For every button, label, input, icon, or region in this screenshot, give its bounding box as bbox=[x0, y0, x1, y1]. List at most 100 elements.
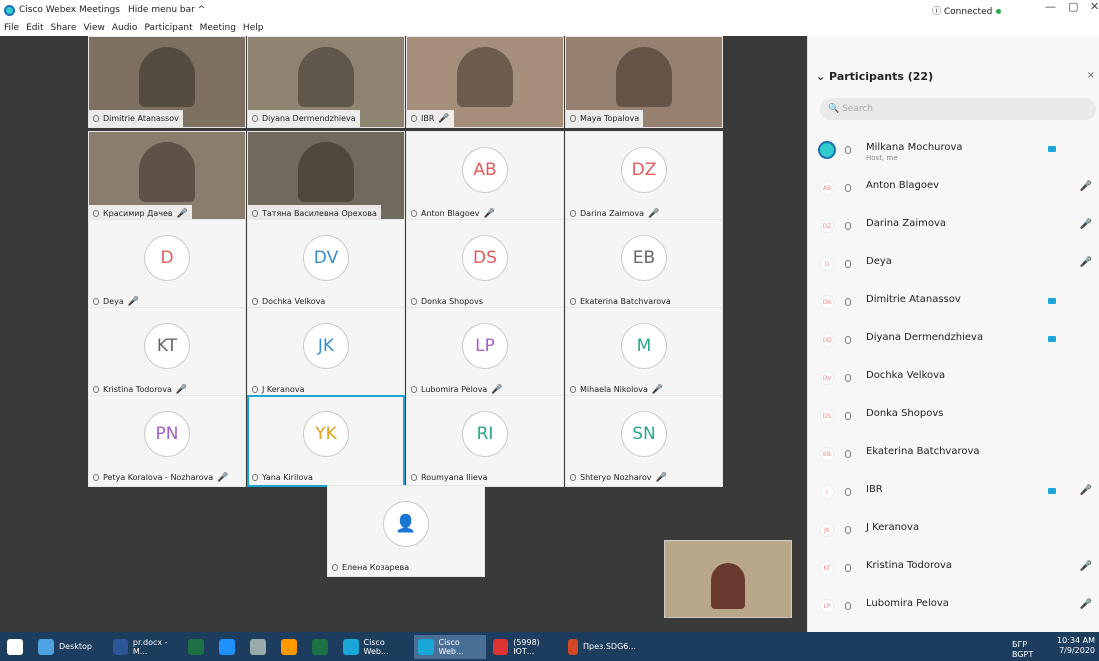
microphone-icon[interactable] bbox=[845, 336, 851, 344]
maximize-button[interactable]: ▢ bbox=[1068, 0, 1078, 13]
clock[interactable]: 10:34 AM 7/9/2020 bbox=[1057, 636, 1095, 656]
panel-close-icon[interactable]: × bbox=[1087, 70, 1095, 81]
participant-list-item[interactable]: DD Diyana Dermendzhieva bbox=[808, 320, 1099, 358]
participant-tile[interactable]: EB Ekaterina Batchvarova bbox=[565, 219, 723, 311]
participant-list-name: Deya bbox=[866, 256, 892, 267]
participant-tile[interactable]: KT Kristina Todorova 🎤 bbox=[88, 307, 246, 399]
participant-tile[interactable]: RI Roumyana Ilieva bbox=[406, 395, 564, 487]
taskbar-app-button[interactable]: (5998) ЮТ... bbox=[489, 635, 561, 659]
participant-list-item[interactable]: JK J Keranova bbox=[808, 510, 1099, 548]
muted-icon: 🎤 bbox=[1079, 219, 1092, 230]
search-input[interactable]: 🔍 Search bbox=[820, 98, 1096, 120]
microphone-icon[interactable] bbox=[845, 222, 851, 230]
participant-list-item[interactable]: DS Donka Shopovs bbox=[808, 396, 1099, 434]
menu-item-audio[interactable]: Audio bbox=[112, 23, 138, 33]
participant-name: Lubomira Pelova bbox=[421, 385, 488, 394]
start-button[interactable] bbox=[3, 635, 31, 659]
taskbar-app-button[interactable] bbox=[246, 635, 274, 659]
muted-icon: 🎤 bbox=[1079, 257, 1092, 268]
app-icon bbox=[568, 638, 579, 655]
participant-tile[interactable]: Красимир Дачев 🎤 bbox=[88, 131, 246, 223]
participant-list-item[interactable]: KT Kristina Todorova 🎤 bbox=[808, 548, 1099, 586]
microphone-icon[interactable] bbox=[845, 146, 851, 154]
participant-tile[interactable]: JK J Keranova bbox=[247, 307, 405, 399]
taskbar-app-button[interactable] bbox=[215, 635, 243, 659]
participant-tile[interactable]: DZ Darina Zaimova 🎤 bbox=[565, 131, 723, 223]
menu-item-share[interactable]: Share bbox=[51, 23, 77, 33]
connection-status[interactable]: ⓘ Connected bbox=[932, 4, 1002, 17]
participants-title[interactable]: ⌄ Participants (22) bbox=[816, 70, 933, 83]
participant-tile[interactable]: D Deya 🎤 bbox=[88, 219, 246, 311]
participant-tile[interactable]: PN Petya Koralova - Nozharova 🎤 bbox=[88, 395, 246, 487]
muted-icon: 🎤 bbox=[1079, 561, 1092, 572]
menu-item-participant[interactable]: Participant bbox=[144, 23, 192, 33]
participant-list-name: IBR bbox=[866, 484, 883, 495]
avatar: AB bbox=[462, 147, 508, 193]
microphone-icon[interactable] bbox=[845, 412, 851, 420]
microphone-icon[interactable] bbox=[845, 602, 851, 610]
menu-item-help[interactable]: Help bbox=[243, 23, 264, 33]
muted-icon: 🎤 bbox=[438, 113, 450, 124]
hide-menu-bar-button[interactable]: Hide menu bar ^ bbox=[128, 5, 205, 15]
participant-tile[interactable]: Maya Topalova bbox=[565, 36, 723, 128]
language-indicator[interactable]: БГР BGPT bbox=[1012, 640, 1033, 660]
microphone-icon[interactable] bbox=[845, 374, 851, 382]
participant-tile[interactable]: Татяна Василевна Орехова bbox=[247, 131, 405, 223]
microphone-icon[interactable] bbox=[845, 526, 851, 534]
participant-tile[interactable]: LP Lubomira Pelova 🎤 bbox=[406, 307, 564, 399]
microphone-icon bbox=[93, 474, 99, 481]
participant-tile[interactable]: M Mihaela Nikolova 🎤 bbox=[565, 307, 723, 399]
taskbar-app-button[interactable]: pr.docx - M... bbox=[109, 635, 181, 659]
menu-item-view[interactable]: View bbox=[83, 23, 104, 33]
participant-list-item[interactable]: LP Lubomira Pelova 🎤 bbox=[808, 586, 1099, 624]
participant-avatar: LP bbox=[820, 599, 834, 613]
menu-item-file[interactable]: File bbox=[4, 23, 19, 33]
participant-list-item[interactable]: AB Anton Blagoev 🎤 bbox=[808, 168, 1099, 206]
app-icon bbox=[312, 638, 328, 655]
participant-list-item[interactable]: DZ Darina Zaimova 🎤 bbox=[808, 206, 1099, 244]
self-video-preview[interactable] bbox=[664, 540, 792, 618]
taskbar-app-button[interactable] bbox=[184, 635, 212, 659]
taskbar-app-button[interactable]: Cisco Web... bbox=[339, 635, 411, 659]
participant-tile[interactable]: YK Yana Kirilova bbox=[247, 395, 405, 487]
taskbar-app-button[interactable] bbox=[308, 635, 336, 659]
participant-list-item[interactable]: Milkana Mochurova Host, me bbox=[808, 130, 1099, 168]
microphone-icon[interactable] bbox=[845, 450, 851, 458]
menu-item-edit[interactable]: Edit bbox=[26, 23, 43, 33]
participant-list-item[interactable]: D Deya 🎤 bbox=[808, 244, 1099, 282]
participant-list-item[interactable]: DV Dochka Velkova bbox=[808, 358, 1099, 396]
participant-tile[interactable]: DS Donka Shopovs bbox=[406, 219, 564, 311]
muted-icon: 🎤 bbox=[655, 472, 667, 483]
microphone-icon bbox=[93, 115, 99, 122]
participant-list-name: Dochka Velkova bbox=[866, 370, 946, 381]
taskbar-app-button[interactable]: През.SDG6... bbox=[564, 635, 636, 659]
participant-tile[interactable]: SN Shteryo Nozharov 🎤 bbox=[565, 395, 723, 487]
menu-bar: File Edit Share View Audio Participant Meeting… bbox=[0, 20, 1099, 36]
microphone-icon[interactable] bbox=[845, 260, 851, 268]
microphone-icon bbox=[252, 210, 258, 217]
avatar: EB bbox=[621, 235, 667, 281]
microphone-icon[interactable] bbox=[845, 564, 851, 572]
participant-list-item[interactable]: I IBR 🎤 bbox=[808, 472, 1099, 510]
taskbar-app-button[interactable] bbox=[277, 635, 305, 659]
participant-list-item[interactable]: DA Dimitrie Atanassov bbox=[808, 282, 1099, 320]
microphone-icon bbox=[411, 210, 417, 217]
taskbar-app-button[interactable]: Cisco Web... bbox=[414, 634, 486, 659]
microphone-icon[interactable] bbox=[845, 488, 851, 496]
muted-icon: 🎤 bbox=[217, 472, 229, 483]
microphone-icon[interactable] bbox=[845, 184, 851, 192]
participant-tile[interactable]: IBR 🎤 bbox=[406, 36, 564, 128]
participant-tile[interactable]: AB Anton Blagoev 🎤 bbox=[406, 131, 564, 223]
minimize-button[interactable]: — bbox=[1045, 0, 1056, 13]
close-button[interactable]: ✕ bbox=[1090, 0, 1099, 13]
menu-item-meeting[interactable]: Meeting bbox=[200, 23, 236, 33]
participant-tile[interactable]: Diyana Dermendzhieva bbox=[247, 36, 405, 128]
participant-tile[interactable]: 👤 Елена Козарева bbox=[327, 485, 485, 577]
taskbar-app-button[interactable]: Desktop bbox=[34, 635, 106, 659]
participant-list-item[interactable]: EB Ekaterina Batchvarova bbox=[808, 434, 1099, 472]
participant-tile[interactable]: Dimitrie Atanassov bbox=[88, 36, 246, 128]
participant-tile[interactable]: DV Dochka Velkova bbox=[247, 219, 405, 311]
app-icon bbox=[219, 638, 235, 655]
microphone-icon bbox=[570, 474, 576, 481]
microphone-icon[interactable] bbox=[845, 298, 851, 306]
